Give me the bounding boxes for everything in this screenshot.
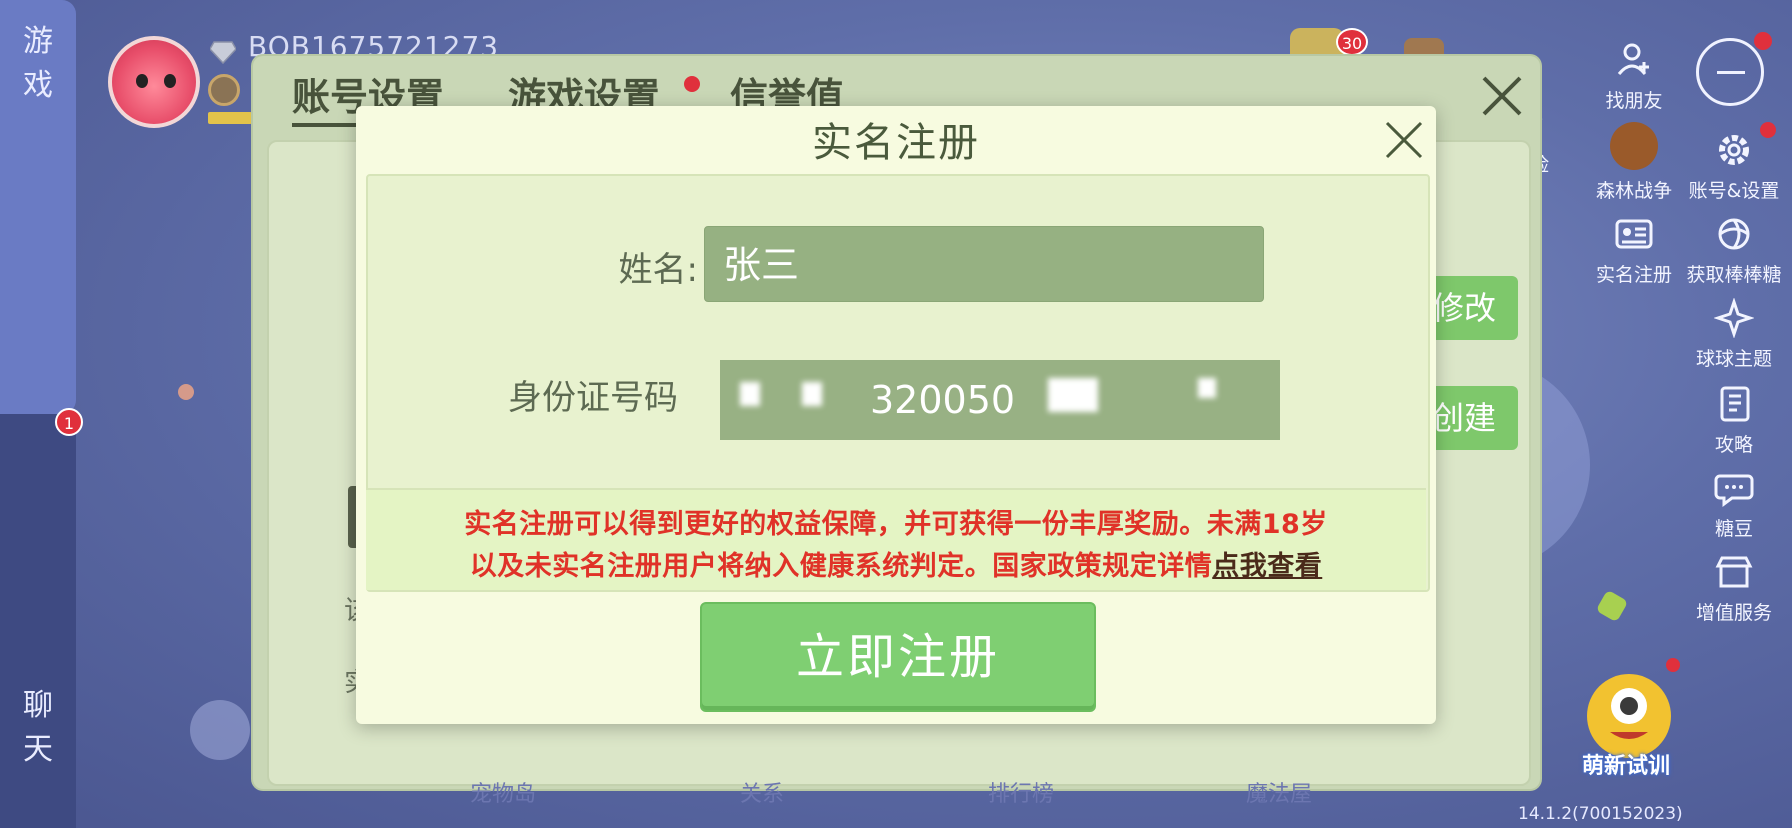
game-settings-dot bbox=[684, 76, 700, 92]
version-label: 14.1.2(700152023) bbox=[1518, 804, 1683, 824]
name-label: 姓名: bbox=[618, 250, 698, 290]
add-friend-icon bbox=[1617, 43, 1649, 75]
menu-forest-war-label: 森林战争 bbox=[1595, 180, 1672, 202]
minimize-notification-dot bbox=[1754, 32, 1772, 50]
menu-value-services[interactable]: 增值服务 bbox=[1684, 552, 1784, 625]
menu-get-lollipop[interactable]: 获取棒棒糖 bbox=[1684, 214, 1784, 287]
sidebar-tab-game[interactable]: 游 戏 bbox=[0, 0, 76, 414]
notice-line-1: 实名注册可以得到更好的权益保障，并可获得一份丰厚奖励。未满18岁 bbox=[464, 509, 1328, 540]
background-dot bbox=[178, 384, 194, 400]
game-screen: 游 戏 聊 天 1 BOB1675721273 30 频道 找朋友 冒险 森林战… bbox=[0, 0, 1792, 828]
menu-guide[interactable]: 攻略 bbox=[1684, 384, 1784, 457]
minimize-button[interactable] bbox=[1696, 38, 1764, 106]
menu-account-settings-label: 账号&设置 bbox=[1688, 180, 1780, 202]
nav-leaderboard[interactable]: 排行榜 bbox=[988, 776, 1054, 808]
chat-notification-badge: 1 bbox=[55, 408, 83, 436]
lollipop-icon bbox=[1718, 218, 1750, 250]
menu-ball-theme-label: 球球主题 bbox=[1695, 348, 1772, 370]
settings-close-icon[interactable] bbox=[1478, 72, 1526, 120]
nav-pet-island[interactable]: 宠物岛 bbox=[470, 776, 536, 808]
level-badge: 30 bbox=[1336, 28, 1368, 56]
id-card-icon bbox=[1615, 219, 1653, 249]
notice-line-2: 以及未实名注册用户将纳入健康系统判定。国家政策规定详情点我查看 bbox=[366, 544, 1426, 583]
menu-candy-label: 糖豆 bbox=[1714, 518, 1753, 540]
name-input[interactable]: 张三 bbox=[704, 226, 1264, 302]
avatar[interactable] bbox=[108, 36, 200, 128]
diamond-icon bbox=[210, 41, 236, 64]
settings-notification-dot bbox=[1760, 122, 1776, 138]
mascot-notification-dot bbox=[1666, 658, 1680, 672]
menu-candy[interactable]: 糖豆 bbox=[1684, 468, 1784, 541]
sidebar-tab-chat[interactable]: 聊 天 bbox=[0, 414, 76, 828]
register-now-button[interactable]: 立即注册 bbox=[700, 602, 1096, 712]
id-redaction bbox=[740, 382, 760, 406]
mascot-label[interactable]: 萌新试训 bbox=[1582, 748, 1670, 780]
chat-bubble-icon bbox=[1714, 474, 1754, 507]
menu-ball-theme[interactable]: 球球主题 bbox=[1684, 298, 1784, 371]
menu-get-lollipop-label: 获取棒棒糖 bbox=[1686, 264, 1782, 286]
id-number-input[interactable]: 320050 bbox=[720, 360, 1280, 440]
sidebar-tab-chat-label: 聊 天 bbox=[23, 688, 53, 767]
shop-icon bbox=[1715, 556, 1753, 588]
sidebar-tab-game-label: 游 戏 bbox=[23, 24, 53, 103]
menu-guide-label: 攻略 bbox=[1714, 434, 1753, 456]
modal-title: 实名注册 bbox=[812, 120, 980, 166]
avatar-eye-right bbox=[164, 74, 176, 88]
background-hexagon bbox=[1595, 589, 1629, 623]
nav-magic-house[interactable]: 魔法屋 bbox=[1246, 776, 1312, 808]
menu-realname[interactable]: 实名注册 bbox=[1584, 214, 1684, 287]
gear-icon bbox=[1719, 135, 1749, 165]
exp-bar bbox=[208, 112, 252, 124]
policy-details-link[interactable]: 点我查看 bbox=[1212, 551, 1322, 582]
id-redaction bbox=[802, 382, 822, 406]
menu-value-services-label: 增值服务 bbox=[1695, 602, 1772, 624]
menu-find-friends[interactable]: 找朋友 bbox=[1584, 40, 1684, 113]
book-icon bbox=[1720, 386, 1750, 422]
menu-forest-war[interactable]: 森林战争 bbox=[1584, 122, 1684, 203]
id-number-visible-digits: 320050 bbox=[870, 378, 1016, 422]
nav-relations[interactable]: 关系 bbox=[740, 776, 784, 808]
background-moon-small bbox=[190, 700, 250, 760]
modal-close-icon[interactable] bbox=[1382, 118, 1426, 162]
notice-line-2-text: 以及未实名注册用户将纳入健康系统判定。国家政策规定详情 bbox=[469, 551, 1213, 582]
bear-icon bbox=[1610, 122, 1658, 170]
id-number-label: 身份证号码 bbox=[508, 378, 678, 418]
avatar-eye-left bbox=[136, 74, 148, 88]
rank-medal-icon bbox=[208, 74, 240, 106]
menu-realname-label: 实名注册 bbox=[1595, 264, 1672, 286]
menu-account-settings[interactable]: 账号&设置 bbox=[1684, 130, 1784, 203]
id-redaction bbox=[1198, 378, 1216, 398]
menu-find-friends-label: 找朋友 bbox=[1605, 90, 1663, 112]
id-redaction bbox=[1048, 378, 1098, 412]
sparkle-icon bbox=[1714, 298, 1754, 338]
